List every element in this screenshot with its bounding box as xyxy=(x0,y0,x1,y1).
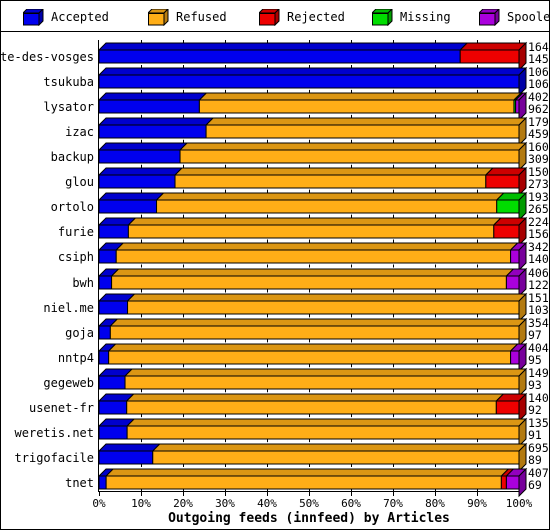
x-tick-label: 100% xyxy=(505,497,533,510)
bar-value-second: 1069 xyxy=(528,77,550,92)
x-tick-label: 20% xyxy=(173,497,193,510)
bar-value-second: 140 xyxy=(528,252,549,267)
legend-label: Rejected xyxy=(287,10,345,24)
bar-value-second: 103 xyxy=(528,302,549,317)
table-row[interactable]: 1798459 xyxy=(1,116,550,147)
x-tick-label: 30% xyxy=(215,497,235,510)
bar-value-second: 95 xyxy=(528,352,542,367)
bar-value-second: 69 xyxy=(528,477,542,492)
bar-value-second: 91 xyxy=(528,427,542,442)
table-row[interactable]: 407969 xyxy=(1,467,550,498)
cube-icon xyxy=(146,7,170,27)
x-tick-label: 60% xyxy=(341,497,361,510)
table-row[interactable]: 10691069 xyxy=(1,66,550,97)
x-tick xyxy=(435,491,436,496)
chart-window: Accepted Refused Rejected Missing Spooled 0%… xyxy=(0,0,550,530)
bar-value-total: 3541 xyxy=(528,315,550,330)
x-tick-label: 90% xyxy=(467,497,487,510)
x-tick-label: 70% xyxy=(383,497,403,510)
bar-value-second: 459 xyxy=(528,127,549,142)
bar-value-second: 122 xyxy=(528,277,549,292)
table-row[interactable]: 3423140 xyxy=(1,242,550,272)
bar-value-total: 4068 xyxy=(528,265,550,280)
cube-icon xyxy=(21,7,45,27)
cube-icon xyxy=(477,7,501,27)
legend-label: Missing xyxy=(400,10,451,24)
x-axis-title: Outgoing feeds (innfeed) by Articles xyxy=(168,511,450,526)
table-row[interactable]: 149693 xyxy=(1,367,550,397)
x-tick-label: 50% xyxy=(299,497,319,510)
table-row[interactable]: 140192 xyxy=(1,392,550,422)
x-tick-label: 10% xyxy=(131,497,151,510)
table-row[interactable]: 135291 xyxy=(1,417,550,448)
table-row[interactable]: 695 89 xyxy=(1,442,549,473)
x-tick xyxy=(477,491,478,496)
x-tick-label: 80% xyxy=(425,497,445,510)
x-tick xyxy=(393,491,394,496)
plot-area: 0%10%20%30%40%50%60%70%80%90%100% bete-d… xyxy=(0,32,550,529)
table-row[interactable]: 1930265 xyxy=(1,192,550,222)
bar-value-total: 4044 xyxy=(528,340,550,355)
table-row[interactable]: 1512103 xyxy=(1,290,550,322)
table-row[interactable]: 2240156 xyxy=(1,217,550,247)
bar-value-second: 265 xyxy=(528,202,549,217)
table-row[interactable]: 16461450 xyxy=(1,41,550,72)
table-row[interactable]: 1506273 xyxy=(1,167,550,197)
bar-value-second: 92 xyxy=(528,402,542,417)
table-row[interactable]: 404495 xyxy=(1,340,550,372)
legend-label: Spooled xyxy=(507,10,550,24)
legend: Accepted Refused Rejected Missing Spooled xyxy=(1,1,550,32)
x-tick xyxy=(309,491,310,496)
bar-value-second: 89 xyxy=(528,452,542,467)
x-tick xyxy=(99,491,100,496)
table-row[interactable]: 354197 xyxy=(1,315,550,347)
bar-value-second: 156 xyxy=(528,227,549,242)
table-row[interactable]: 4027962 xyxy=(1,91,550,122)
legend-label: Accepted xyxy=(51,10,109,24)
x-tick-label: 0% xyxy=(92,497,106,510)
table-row[interactable]: 1602309 xyxy=(1,141,550,172)
table-row[interactable]: 4068122 xyxy=(1,265,550,297)
x-tick xyxy=(225,491,226,496)
cube-icon xyxy=(257,7,281,27)
x-tick xyxy=(183,491,184,496)
x-tick xyxy=(141,491,142,496)
bar-value-second: 97 xyxy=(528,327,542,342)
bar-value-second: 962 xyxy=(528,102,549,117)
x-tick xyxy=(267,491,268,496)
x-tick-label: 40% xyxy=(257,497,277,510)
bar-value-second: 1450 xyxy=(528,52,550,66)
x-tick xyxy=(351,491,352,496)
bar-value-total: 1512 xyxy=(528,290,550,305)
legend-label: Refused xyxy=(176,10,227,24)
bar-value-second: 273 xyxy=(528,177,549,192)
bar-value-second: 93 xyxy=(528,377,542,392)
bar-value-second: 309 xyxy=(528,152,549,167)
cube-icon xyxy=(370,7,394,27)
